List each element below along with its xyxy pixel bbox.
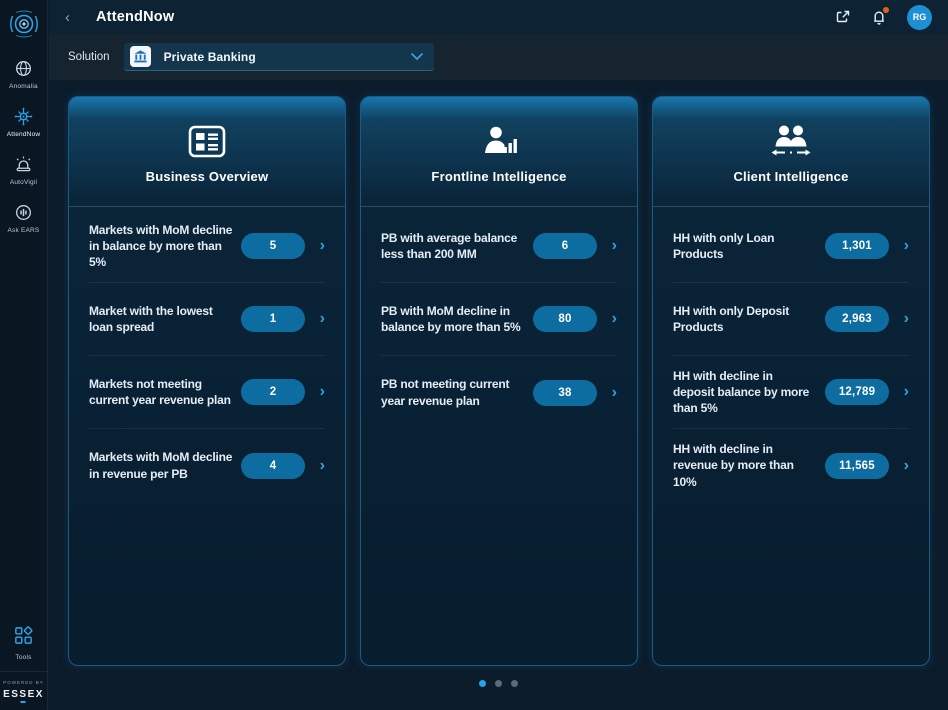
card-header: Business Overview bbox=[69, 97, 345, 207]
kpi-label: HH with decline in revenue by more than … bbox=[673, 441, 825, 490]
sidebar-item-tools[interactable]: Tools bbox=[13, 625, 34, 661]
kpi-count-pill[interactable]: 38 bbox=[533, 380, 597, 406]
solution-bar: Solution Private Banking bbox=[49, 34, 948, 80]
card-title: Frontline Intelligence bbox=[361, 169, 637, 184]
sidebar-item-label: Anomalia bbox=[9, 83, 38, 90]
tools-grid-icon bbox=[13, 625, 34, 651]
card-client-intelligence: Client Intelligence HH with only Loan Pr… bbox=[652, 96, 930, 666]
tools-label: Tools bbox=[15, 654, 31, 661]
sidebar-item-label: AutoVigil bbox=[10, 179, 37, 186]
notification-bell-icon[interactable] bbox=[871, 9, 887, 26]
kpi-row: HH with only Loan Products 1,301 › bbox=[673, 210, 909, 283]
solution-select[interactable]: Private Banking bbox=[124, 43, 434, 71]
kpi-label: HH with only Deposit Products bbox=[673, 303, 825, 335]
kpi-label: PB with MoM decline in balance by more t… bbox=[381, 303, 533, 335]
kpi-count-pill[interactable]: 1,301 bbox=[825, 233, 889, 259]
card-frontline-intelligence: Frontline Intelligence PB with average b… bbox=[360, 96, 638, 666]
main-content: Business Overview Markets with MoM decli… bbox=[49, 80, 948, 710]
top-header: ‹ AttendNow RG bbox=[49, 0, 948, 34]
card-rows: PB with average balance less than 200 MM… bbox=[361, 207, 637, 665]
chevron-right-icon[interactable]: › bbox=[305, 384, 325, 400]
card-header: Frontline Intelligence bbox=[361, 97, 637, 207]
chevron-right-icon[interactable]: › bbox=[889, 458, 909, 474]
kpi-label: Market with the lowest loan spread bbox=[89, 303, 241, 335]
kpi-label: Markets not meeting current year revenue… bbox=[89, 376, 241, 408]
kpi-count-pill[interactable]: 80 bbox=[533, 306, 597, 332]
card-business-overview: Business Overview Markets with MoM decli… bbox=[68, 96, 346, 666]
sidebar-item-anomalia[interactable]: Anomalia bbox=[0, 56, 48, 90]
globe-icon bbox=[14, 56, 33, 80]
kpi-count-pill[interactable]: 6 bbox=[533, 233, 597, 259]
list-card-icon bbox=[69, 123, 345, 159]
kpi-row: HH with only Deposit Products 2,963 › bbox=[673, 283, 909, 356]
external-link-icon[interactable] bbox=[835, 9, 851, 25]
chevron-right-icon[interactable]: › bbox=[305, 311, 325, 327]
chevron-right-icon[interactable]: › bbox=[597, 238, 617, 254]
kpi-row: Market with the lowest loan spread 1 › bbox=[89, 283, 325, 356]
person-chart-icon bbox=[361, 123, 637, 159]
kpi-label: HH with only Loan Products bbox=[673, 230, 825, 262]
card-title: Client Intelligence bbox=[653, 169, 929, 184]
kpi-row: PB with MoM decline in balance by more t… bbox=[381, 283, 617, 356]
chevron-right-icon[interactable]: › bbox=[889, 311, 909, 327]
kpi-count-pill[interactable]: 4 bbox=[241, 453, 305, 479]
kpi-row: HH with decline in deposit balance by mo… bbox=[673, 356, 909, 429]
pagination-dot[interactable] bbox=[495, 680, 502, 687]
sidebar-item-attendnow[interactable]: AttendNow bbox=[0, 104, 48, 138]
audio-circle-icon bbox=[14, 200, 33, 224]
kpi-row: PB not meeting current year revenue plan… bbox=[381, 356, 617, 429]
solution-selected-value: Private Banking bbox=[164, 50, 256, 64]
kpi-count-pill[interactable]: 12,789 bbox=[825, 379, 889, 405]
pagination-dot[interactable] bbox=[511, 680, 518, 687]
chevron-right-icon[interactable]: › bbox=[597, 385, 617, 401]
sidebar-item-label: Ask EARS bbox=[8, 227, 40, 234]
kpi-label: Markets with MoM decline in balance by m… bbox=[89, 222, 241, 271]
kpi-row: PB with average balance less than 200 MM… bbox=[381, 210, 617, 283]
page-title: AttendNow bbox=[96, 9, 174, 25]
card-rows: HH with only Loan Products 1,301 › HH wi… bbox=[653, 207, 929, 665]
kpi-label: Markets with MoM decline in revenue per … bbox=[89, 449, 241, 481]
sidebar: Anomalia AttendNow bbox=[0, 0, 48, 710]
kpi-label: PB not meeting current year revenue plan bbox=[381, 376, 533, 408]
topbar-actions: RG bbox=[835, 5, 932, 30]
kpi-count-pill[interactable]: 2,963 bbox=[825, 306, 889, 332]
kpi-row: HH with decline in revenue by more than … bbox=[673, 429, 909, 502]
sidebar-item-label: AttendNow bbox=[7, 131, 41, 138]
kpi-count-pill[interactable]: 1 bbox=[241, 306, 305, 332]
chevron-right-icon[interactable]: › bbox=[305, 458, 325, 474]
chevron-right-icon[interactable]: › bbox=[305, 238, 325, 254]
chevron-right-icon[interactable]: › bbox=[889, 238, 909, 254]
back-chevron-icon[interactable]: ‹ bbox=[65, 10, 70, 25]
pagination-dot[interactable] bbox=[479, 680, 486, 687]
essex-logo: ESSEX bbox=[3, 689, 44, 700]
powered-by-label: POWERED BY bbox=[3, 680, 44, 685]
card-header: Client Intelligence bbox=[653, 97, 929, 207]
solution-label: Solution bbox=[68, 51, 110, 63]
kpi-row: Markets not meeting current year revenue… bbox=[89, 356, 325, 429]
powered-by-block: POWERED BY ESSEX bbox=[0, 671, 48, 710]
chevron-right-icon[interactable]: › bbox=[889, 384, 909, 400]
app-logo-icon[interactable] bbox=[4, 6, 44, 42]
sidebar-item-ask-ears[interactable]: Ask EARS bbox=[0, 200, 48, 234]
pagination bbox=[49, 680, 948, 687]
kpi-row: Markets with MoM decline in revenue per … bbox=[89, 429, 325, 502]
chevron-down-icon bbox=[410, 48, 424, 66]
avatar[interactable]: RG bbox=[907, 5, 932, 30]
people-exchange-icon bbox=[653, 123, 929, 159]
sidebar-item-autovigil[interactable]: AutoVigil bbox=[0, 152, 48, 186]
chevron-right-icon[interactable]: › bbox=[597, 311, 617, 327]
cards-container: Business Overview Markets with MoM decli… bbox=[68, 96, 930, 666]
kpi-count-pill[interactable]: 5 bbox=[241, 233, 305, 259]
card-title: Business Overview bbox=[69, 169, 345, 184]
kpi-count-pill[interactable]: 11,565 bbox=[825, 453, 889, 479]
kpi-label: PB with average balance less than 200 MM bbox=[381, 230, 533, 262]
kpi-count-pill[interactable]: 2 bbox=[241, 379, 305, 405]
siren-icon bbox=[14, 152, 33, 176]
kpi-label: HH with decline in deposit balance by mo… bbox=[673, 368, 825, 417]
notification-badge bbox=[883, 7, 889, 13]
bank-icon bbox=[130, 46, 151, 67]
kpi-row: Markets with MoM decline in balance by m… bbox=[89, 210, 325, 283]
card-rows: Markets with MoM decline in balance by m… bbox=[69, 207, 345, 665]
burst-icon bbox=[13, 104, 34, 128]
